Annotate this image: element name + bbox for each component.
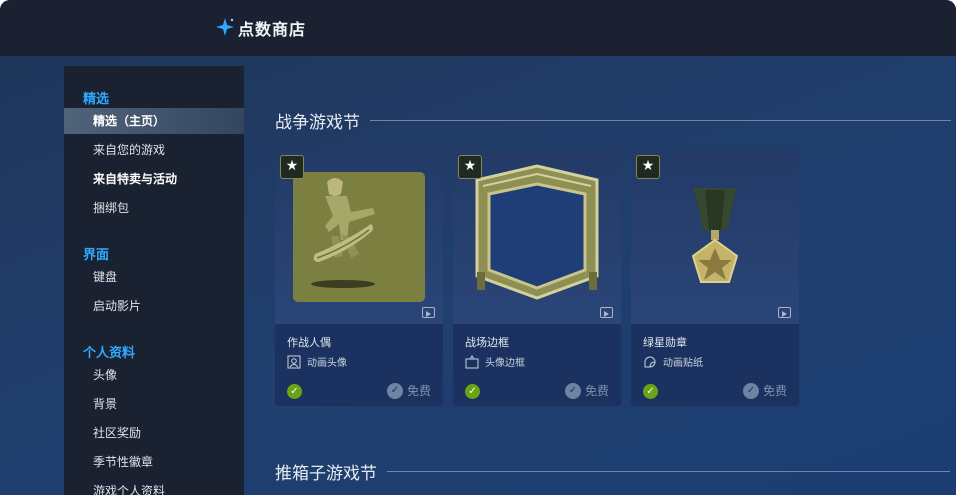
section-divider (370, 119, 951, 121)
section-title: 战争游戏节 (275, 112, 360, 133)
sidebar-section-featured: 精选 (83, 92, 110, 107)
item-card-medal[interactable]: ★ 绿星勋章 动画贴纸 ✓ ✓ 免费 (631, 150, 799, 406)
item-card-soldier[interactable]: ★ 作战人偶 动画头像 ✓ ✓ 免费 (275, 150, 443, 406)
video-icon (600, 307, 613, 318)
sidebar: 精选 精选（主页） 来自您的游戏 来自特卖与活动 捆绑包 界面 键盘 启动影片 … (64, 66, 244, 495)
check-circle-icon: ✓ (565, 382, 581, 399)
section-header-war-games: 战争游戏节 (275, 108, 951, 133)
sidebar-item-keyboard[interactable]: 键盘 (64, 264, 244, 290)
sparkle-icon (216, 17, 236, 40)
sidebar-section-interface: 界面 (83, 248, 110, 263)
owned-check-icon: ✓ (465, 384, 480, 399)
price[interactable]: ✓ 免费 (387, 382, 431, 399)
star-icon: ★ (280, 155, 304, 179)
price[interactable]: ✓ 免费 (565, 382, 609, 399)
points-shop-window: 点数商店 精选 精选（主页） 来自您的游戏 来自特卖与活动 捆绑包 界面 键盘 … (0, 0, 956, 495)
price-label: 免费 (585, 384, 610, 398)
item-type: 头像边框 (465, 354, 525, 369)
frame-icon (465, 354, 479, 368)
section-title: 推箱子游戏节 (275, 463, 377, 484)
section-header-sokoban-games: 推箱子游戏节 (275, 459, 950, 484)
section-divider (387, 470, 950, 472)
item-art: ★ (275, 150, 443, 324)
brand[interactable]: 点数商店 (216, 14, 306, 42)
price-label: 免费 (407, 384, 432, 398)
sidebar-section-profile: 个人资料 (83, 346, 136, 361)
item-art: ★ (631, 150, 799, 324)
item-name: 作战人偶 (287, 336, 331, 349)
owned-check-icon: ✓ (643, 384, 658, 399)
sidebar-item-from-your-games[interactable]: 来自您的游戏 (64, 137, 244, 163)
item-name: 战场边框 (465, 336, 509, 349)
item-type-label: 动画头像 (307, 358, 347, 369)
item-info: 绿星勋章 动画贴纸 ✓ ✓ 免费 (631, 324, 799, 406)
price[interactable]: ✓ 免费 (743, 382, 787, 399)
check-circle-icon: ✓ (743, 382, 759, 399)
sidebar-item-sales-events[interactable]: 来自特卖与活动 (64, 166, 244, 192)
sticker-icon (644, 356, 656, 367)
item-type-label: 动画贴纸 (663, 358, 703, 369)
item-type-label: 头像边框 (485, 358, 525, 369)
sidebar-item-featured-home[interactable]: 精选（主页） (64, 108, 244, 134)
video-icon (422, 307, 435, 318)
sidebar-item-startup-movie[interactable]: 启动影片 (64, 293, 244, 319)
item-info: 作战人偶 动画头像 ✓ ✓ 免费 (275, 324, 443, 406)
star-icon: ★ (458, 155, 482, 179)
item-art: ★ (453, 150, 621, 324)
item-type: 动画头像 (287, 354, 347, 369)
check-circle-icon: ✓ (387, 382, 403, 399)
avatar-icon (287, 355, 301, 368)
item-card-frame[interactable]: ★ 战场边框 头像边框 ✓ ✓ 免费 (453, 150, 621, 406)
sidebar-item-seasonal-badge[interactable]: 季节性徽章 (64, 449, 244, 475)
video-icon (778, 307, 791, 318)
star-icon: ★ (636, 155, 660, 179)
item-type: 动画贴纸 (643, 354, 703, 369)
price-label: 免费 (763, 384, 788, 398)
sidebar-item-community-rewards[interactable]: 社区奖励 (64, 420, 244, 446)
top-bar: 点数商店 (0, 0, 956, 56)
sidebar-item-avatar[interactable]: 头像 (64, 362, 244, 388)
shop-title: 点数商店 (238, 20, 307, 39)
sidebar-item-background[interactable]: 背景 (64, 391, 244, 417)
item-name: 绿星勋章 (643, 336, 687, 349)
owned-check-icon: ✓ (287, 384, 302, 399)
sidebar-item-game-profile[interactable]: 游戏个人资料 (64, 478, 244, 495)
sidebar-item-bundles[interactable]: 捆绑包 (64, 195, 244, 221)
item-info: 战场边框 头像边框 ✓ ✓ 免费 (453, 324, 621, 406)
